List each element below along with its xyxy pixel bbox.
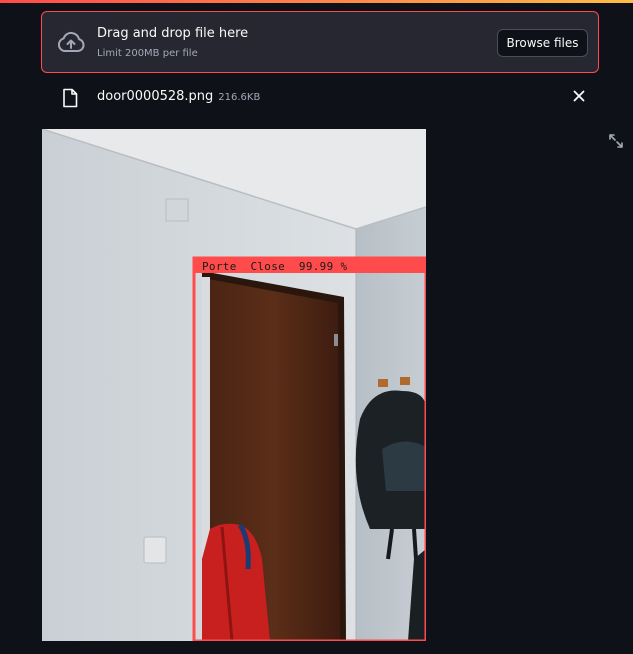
browse-files-button[interactable]: Browse files [497,29,588,57]
fullscreen-expand-icon[interactable] [608,133,624,149]
top-accent-bar [0,0,633,3]
door-scene-illustration [42,129,426,641]
file-size: 216.6KB [218,92,261,103]
file-icon [61,88,79,108]
detection-result-image: Porte Close 99.99 % [42,129,426,641]
dropzone-limit-text: Limit 200MB per file [97,48,198,59]
close-icon [569,90,589,109]
uploaded-file-row: door0000528.png 216.6KB [41,82,599,112]
file-name: door0000528.png 216.6KB [97,89,260,104]
detection-label: Porte Close 99.99 % [202,260,348,273]
cloud-upload-icon [56,30,86,56]
file-dropzone[interactable]: Drag and drop file here Limit 200MB per … [41,11,599,73]
dropzone-title: Drag and drop file here [97,26,249,41]
remove-file-button[interactable] [569,86,589,106]
file-name-text: door0000528.png [97,89,214,104]
